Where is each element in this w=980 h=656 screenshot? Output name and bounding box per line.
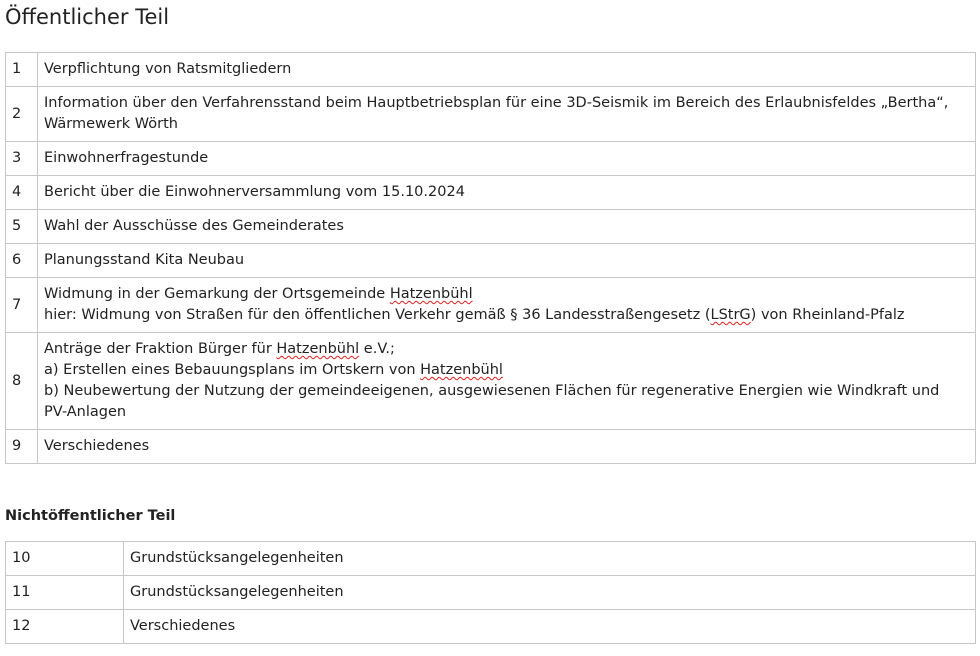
agenda-row: 6 Planungsstand Kita Neubau — [5, 243, 976, 278]
agenda-row: 9 Verschiedenes — [5, 429, 976, 464]
text-segment: Verpflichtung von Ratsmitgliedern — [44, 61, 292, 77]
agenda-page: Öffentlicher Teil 1 Verpflichtung von Rat… — [0, 0, 980, 656]
spellcheck-flagged-word: Hatzenbühl — [420, 362, 503, 378]
spellcheck-flagged-word: Hatzenbühl — [276, 341, 360, 357]
agenda-item-text: Information über den Verfahrensstand bei… — [37, 86, 976, 142]
text-segment: Anträge der Fraktion Bürger für — [44, 341, 277, 357]
agenda-item-text: Verschiedenes — [123, 609, 976, 644]
agenda-item-number: 4 — [5, 175, 38, 210]
agenda-item-text: Planungsstand Kita Neubau — [37, 243, 976, 278]
agenda-item-line: Einwohnerfragestunde — [44, 148, 969, 169]
agenda-row: 10 Grundstücksangelegenheiten — [5, 541, 976, 576]
agenda-item-text: Grundstücksangelegenheiten — [123, 541, 976, 576]
agenda-item-text: Widmung in der Gemarkung der Ortsgemeind… — [37, 277, 976, 333]
text-segment: Verschiedenes — [130, 618, 236, 634]
text-segment: a) Erstellen eines Bebauungsplans im Ort… — [44, 362, 421, 378]
agenda-item-line: Information über den Verfahrensstand bei… — [44, 93, 969, 114]
text-segment: Information über den Verfahrensstand bei… — [44, 95, 949, 111]
agenda-row: 7 Widmung in der Gemarkung der Ortsgemein… — [5, 277, 976, 333]
private-agenda-body: 10 Grundstücksangelegenheiten 11 Grundstück… — [5, 541, 976, 644]
spellcheck-flagged-word: LStrG — [710, 307, 751, 323]
agenda-item-number: 6 — [5, 243, 38, 278]
agenda-row: 4 Bericht über die Einwohnerversammlung v… — [5, 175, 976, 210]
agenda-item-number: 3 — [5, 141, 38, 176]
agenda-item-text: Wahl der Ausschüsse des Gemeinderates — [37, 209, 976, 244]
agenda-item-number: 7 — [5, 277, 38, 333]
public-agenda-body: 1 Verpflichtung von Ratsmitgliedern 2 Infor… — [5, 52, 976, 464]
agenda-item-line: Bericht über die Einwohnerversammlung vo… — [44, 182, 969, 203]
agenda-item-number: 10 — [5, 541, 124, 576]
agenda-item-number: 12 — [5, 609, 124, 644]
text-segment: Einwohnerfragestunde — [44, 150, 209, 166]
agenda-item-line: Wahl der Ausschüsse des Gemeinderates — [44, 216, 969, 237]
agenda-item-number: 9 — [5, 429, 38, 464]
agenda-row: 5 Wahl der Ausschüsse des Gemeinderates — [5, 209, 976, 244]
text-segment: b) Neubewertung der Nutzung der gemeinde… — [44, 383, 940, 399]
text-segment: ) von Rheinland-Pfalz — [750, 307, 905, 323]
text-segment: Widmung in der Gemarkung der Ortsgemeind… — [44, 286, 390, 302]
text-segment: Grundstücksangelegenheiten — [130, 584, 344, 600]
agenda-item-number: 1 — [5, 52, 38, 87]
agenda-item-line: Wärmewerk Wörth — [44, 114, 969, 135]
agenda-item-line: Verschiedenes — [44, 436, 969, 457]
agenda-item-line: PV-Anlagen — [44, 402, 969, 423]
text-segment: Planungsstand Kita Neubau — [44, 252, 245, 268]
spellcheck-flagged-word: Hatzenbühl — [389, 286, 473, 302]
agenda-item-line: Anträge der Fraktion Bürger für Hatzenbü… — [44, 339, 969, 360]
agenda-item-text: Bericht über die Einwohnerversammlung vo… — [37, 175, 976, 210]
text-segment: hier: Widmung von Straßen für den öffent… — [44, 307, 711, 323]
agenda-item-line: Grundstücksangelegenheiten — [130, 548, 969, 569]
public-agenda-table: 1 Verpflichtung von Ratsmitgliedern 2 Infor… — [5, 52, 976, 464]
text-segment: Wahl der Ausschüsse des Gemeinderates — [44, 218, 344, 234]
agenda-item-line: Verpflichtung von Ratsmitgliedern — [44, 59, 969, 80]
agenda-item-line: hier: Widmung von Straßen für den öffent… — [44, 305, 969, 326]
text-segment: PV-Anlagen — [44, 404, 127, 420]
agenda-item-line: Verschiedenes — [130, 616, 969, 637]
agenda-item-line: Widmung in der Gemarkung der Ortsgemeind… — [44, 284, 969, 305]
agenda-item-number: 8 — [5, 332, 38, 430]
agenda-item-number: 5 — [5, 209, 38, 244]
agenda-item-text: Verpflichtung von Ratsmitgliedern — [37, 52, 976, 87]
agenda-item-text: Verschiedenes — [37, 429, 976, 464]
text-segment: Verschiedenes — [44, 438, 150, 454]
agenda-item-text: Anträge der Fraktion Bürger für Hatzenbü… — [37, 332, 976, 430]
agenda-row: 3 Einwohnerfragestunde — [5, 141, 976, 176]
agenda-item-text: Grundstücksangelegenheiten — [123, 575, 976, 610]
private-agenda-table: 10 Grundstücksangelegenheiten 11 Grundstück… — [5, 541, 976, 644]
agenda-item-number: 11 — [5, 575, 124, 610]
text-segment: e.V.; — [359, 341, 395, 357]
agenda-item-text: Einwohnerfragestunde — [37, 141, 976, 176]
agenda-item-line: Grundstücksangelegenheiten — [130, 582, 969, 603]
text-segment: Grundstücksangelegenheiten — [130, 550, 344, 566]
private-section-title: Nichtöffentlicher Teil — [5, 508, 176, 524]
agenda-row: 2 Information über den Verfahrensstand be… — [5, 86, 976, 142]
text-segment: Wärmewerk Wörth — [44, 116, 178, 132]
agenda-row: 11 Grundstücksangelegenheiten — [5, 575, 976, 610]
agenda-item-number: 2 — [5, 86, 38, 142]
text-segment: Bericht über die Einwohnerversammlung vo… — [44, 184, 465, 200]
agenda-item-line: Planungsstand Kita Neubau — [44, 250, 969, 271]
agenda-row: 12 Verschiedenes — [5, 609, 976, 644]
agenda-row: 8 Anträge der Fraktion Bürger für Hatzenb… — [5, 332, 976, 430]
agenda-item-line: a) Erstellen eines Bebauungsplans im Ort… — [44, 360, 969, 381]
agenda-row: 1 Verpflichtung von Ratsmitgliedern — [5, 52, 976, 87]
agenda-item-line: b) Neubewertung der Nutzung der gemeinde… — [44, 381, 969, 402]
public-section-title: Öffentlicher Teil — [5, 5, 170, 29]
